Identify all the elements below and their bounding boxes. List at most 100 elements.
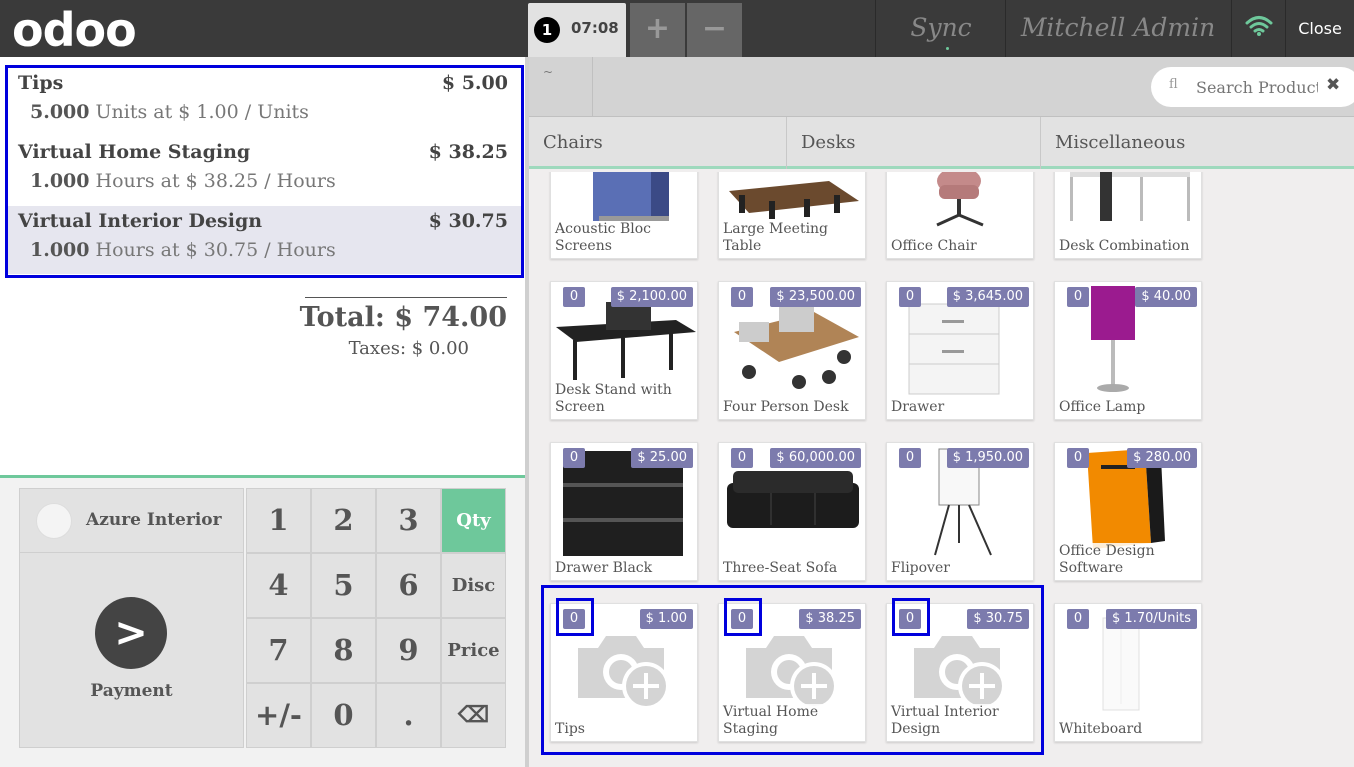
- customer-button[interactable]: Azure Interior: [20, 489, 243, 553]
- product-qty-badge: 0: [899, 448, 921, 468]
- product-card[interactable]: 0 $ 25.00 Drawer Black: [550, 442, 698, 581]
- sync-status[interactable]: Sync: [876, 0, 1006, 57]
- remove-order-button[interactable]: −: [687, 3, 742, 57]
- category-desks[interactable]: Desks: [787, 117, 1041, 169]
- product-qty-badge: 0: [563, 448, 585, 468]
- wifi-icon[interactable]: [1232, 0, 1286, 57]
- category-miscellaneous[interactable]: Miscellaneous: [1041, 117, 1354, 169]
- qty-mode-button[interactable]: Qty: [441, 488, 506, 553]
- payment-arrow-icon[interactable]: >: [95, 597, 167, 669]
- line-qty: 1.000: [30, 239, 90, 261]
- highlight-service-products: [541, 585, 1044, 755]
- highlight-qty-badge: [892, 598, 930, 636]
- product-name: Office Design Software: [1059, 543, 1197, 577]
- product-card[interactable]: Acoustic Bloc Screens: [550, 172, 698, 259]
- product-card[interactable]: Desk Combination: [1054, 172, 1202, 259]
- highlight-qty-badge: [556, 598, 594, 636]
- cashier-name[interactable]: Mitchell Admin: [1006, 0, 1230, 57]
- product-price-badge: $ 23,500.00: [770, 287, 861, 307]
- product-name: Drawer: [891, 399, 1029, 416]
- close-button[interactable]: Close: [1286, 0, 1354, 57]
- order-tab[interactable]: 1 07:08: [528, 3, 626, 57]
- product-card[interactable]: 0 $ 3,645.00 Drawer: [886, 281, 1034, 420]
- product-qty-badge: 0: [731, 448, 753, 468]
- category-chairs[interactable]: Chairs: [529, 117, 787, 169]
- order-line-selected[interactable]: Virtual Interior Design $ 30.75 1.000 Ho…: [8, 206, 521, 274]
- product-qty-badge: 0: [731, 287, 753, 307]
- product-card[interactable]: 0 $ 1.70/Units Whiteboard: [1054, 603, 1202, 742]
- product-name: Acoustic Bloc Screens: [555, 221, 693, 255]
- backspace-icon[interactable]: ⌫: [441, 683, 506, 748]
- product-name: Office Lamp: [1059, 399, 1197, 416]
- category-bar: Chairs Desks Miscellaneous: [529, 117, 1354, 169]
- numpad-key-7[interactable]: 7: [246, 618, 311, 683]
- home-breadcrumb[interactable]: ~: [529, 57, 593, 117]
- customer-name: Azure Interior: [86, 510, 222, 530]
- top-bar: odoo 1 07:08 + − Sync Mitchell Admin Clo…: [0, 0, 1354, 57]
- clear-search-icon[interactable]: ✖: [1326, 75, 1340, 95]
- product-price-badge: $ 280.00: [1127, 448, 1197, 468]
- total-divider: [305, 297, 507, 298]
- product-card[interactable]: 0 $ 1,950.00 Flipover: [886, 442, 1034, 581]
- product-price-badge: $ 3,645.00: [946, 287, 1029, 307]
- order-total: Total: $ 74.00: [299, 302, 507, 333]
- order-taxes: Taxes: $ 0.00: [348, 338, 469, 359]
- numpad: 1 2 3 Qty 4 5 6 Disc 7 8 9 Price +/- 0 .…: [246, 488, 506, 748]
- line-unit-detail: Hours at $ 30.75 / Hours: [95, 239, 336, 261]
- product-name: Desk Combination: [1059, 238, 1197, 255]
- numpad-key-5[interactable]: 5: [311, 553, 376, 618]
- product-name: Drawer Black: [555, 560, 693, 577]
- product-qty-badge: 0: [563, 287, 585, 307]
- product-price-badge: $ 25.00: [631, 448, 693, 468]
- product-name: Four Person Desk: [723, 399, 861, 416]
- sync-indicator: [946, 47, 949, 50]
- search-input[interactable]: [1196, 78, 1318, 97]
- order-line[interactable]: Tips $ 5.00 5.000 Units at $ 1.00 / Unit…: [8, 68, 521, 136]
- line-product-name: Virtual Interior Design: [18, 210, 263, 232]
- order-line[interactable]: Virtual Home Staging $ 38.25 1.000 Hours…: [8, 137, 521, 205]
- product-price-badge: $ 1.70/Units: [1106, 609, 1197, 629]
- customer-avatar: [36, 503, 72, 539]
- odoo-logo: odoo: [12, 3, 137, 57]
- payment-button[interactable]: Payment: [20, 681, 243, 701]
- numpad-key-1[interactable]: 1: [246, 488, 311, 553]
- product-card[interactable]: Large Meeting Table: [718, 172, 866, 259]
- line-product-name: Virtual Home Staging: [18, 141, 251, 163]
- line-qty: 1.000: [30, 170, 90, 192]
- numpad-key-8[interactable]: 8: [311, 618, 376, 683]
- product-card[interactable]: Office Chair: [886, 172, 1034, 259]
- add-order-button[interactable]: +: [630, 3, 685, 57]
- products-header: ~ fl ✖: [529, 57, 1354, 117]
- product-card[interactable]: 0 $ 2,100.00 Desk Stand with Screen: [550, 281, 698, 420]
- order-panel: Tips $ 5.00 5.000 Units at $ 1.00 / Unit…: [0, 57, 525, 767]
- product-grid: Acoustic Bloc Screens Large Meeting Tabl…: [529, 172, 1354, 767]
- search-box: fl ✖: [1151, 67, 1354, 107]
- products-panel: ~ fl ✖ Chairs Desks Miscellaneous Acoust…: [529, 57, 1354, 767]
- numpad-key-decimal[interactable]: .: [376, 683, 441, 748]
- product-card[interactable]: 0 $ 40.00 Office Lamp: [1054, 281, 1202, 420]
- product-card[interactable]: 0 $ 280.00 Office Design Software: [1054, 442, 1202, 581]
- numpad-key-0[interactable]: 0: [311, 683, 376, 748]
- disc-mode-button[interactable]: Disc: [441, 553, 506, 618]
- numpad-key-4[interactable]: 4: [246, 553, 311, 618]
- price-mode-button[interactable]: Price: [441, 618, 506, 683]
- product-qty-badge: 0: [899, 287, 921, 307]
- product-price-badge: $ 60,000.00: [770, 448, 861, 468]
- product-card[interactable]: 0 $ 60,000.00 Three-Seat Sofa: [718, 442, 866, 581]
- numpad-key-3[interactable]: 3: [376, 488, 441, 553]
- line-unit-detail: Units at $ 1.00 / Units: [95, 101, 309, 123]
- product-name: Desk Stand with Screen: [555, 382, 693, 416]
- numpad-key-plus-minus[interactable]: +/-: [246, 683, 311, 748]
- line-product-name: Tips: [18, 72, 64, 94]
- highlight-qty-badge: [724, 598, 762, 636]
- numpad-key-9[interactable]: 9: [376, 618, 441, 683]
- action-pad: Azure Interior > Payment: [19, 488, 244, 748]
- line-price: $ 5.00: [441, 72, 508, 94]
- product-card[interactable]: 0 $ 23,500.00 Four Person Desk: [718, 281, 866, 420]
- numpad-key-2[interactable]: 2: [311, 488, 376, 553]
- order-time: 07:08: [571, 19, 619, 37]
- numpad-key-6[interactable]: 6: [376, 553, 441, 618]
- product-qty-badge: 0: [1067, 609, 1089, 629]
- line-price: $ 30.75: [428, 210, 508, 232]
- product-price-badge: $ 40.00: [1135, 287, 1197, 307]
